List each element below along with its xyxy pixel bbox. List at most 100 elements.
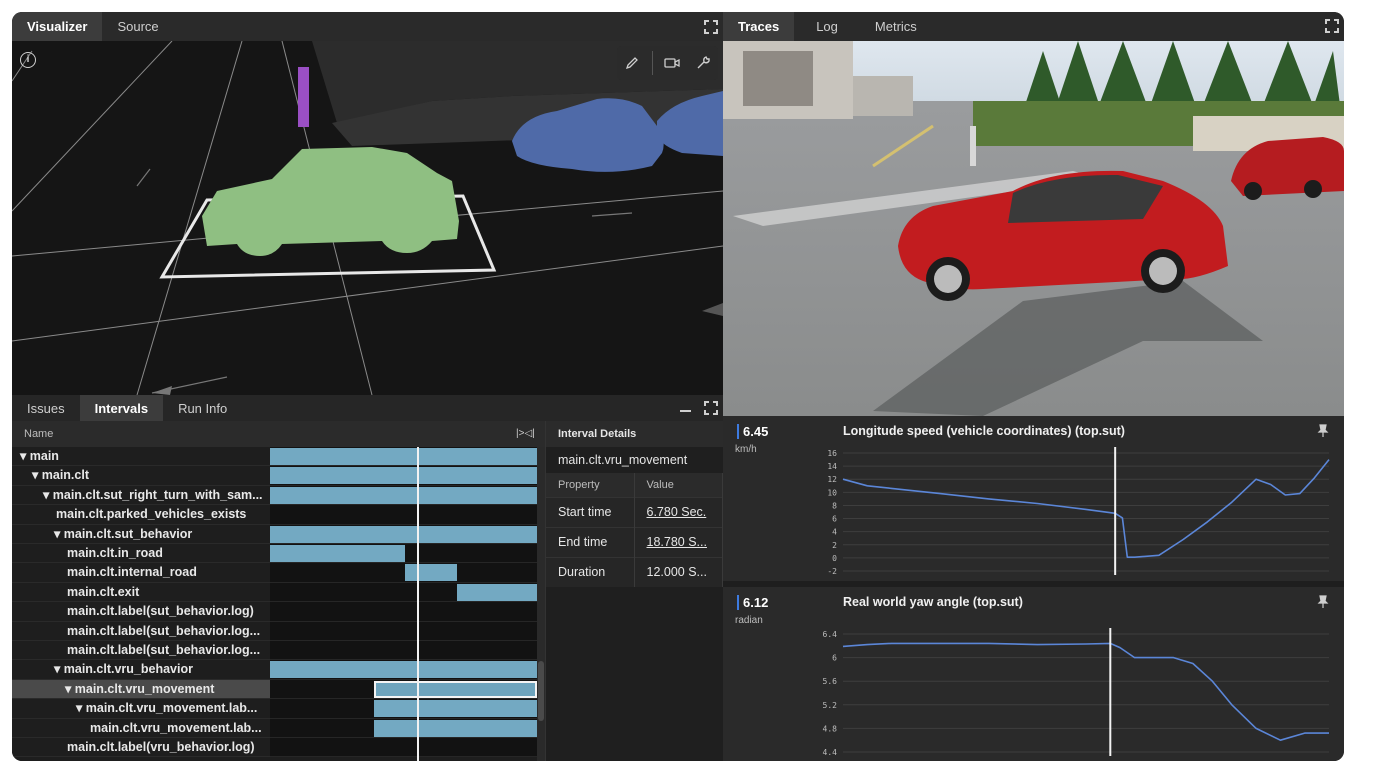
interval-lane <box>270 621 537 641</box>
minimize-icon[interactable] <box>680 410 691 412</box>
intervals-panel: Name |>◁| ▾ main ▾ main.clt ▾ main.clt.sut… <box>12 421 545 761</box>
name-header-label: Name <box>24 428 54 440</box>
details-header: Interval Details <box>546 421 723 447</box>
pedestrian-marker <box>298 67 309 127</box>
interval-name[interactable]: ▾ main.clt.vru_movement <box>12 679 270 700</box>
tab-intervals[interactable]: Intervals <box>79 395 164 421</box>
start-time-link[interactable]: 6.780 Sec. <box>634 496 723 527</box>
y-tick-label: 6 <box>832 515 837 524</box>
tab-metrics[interactable]: Metrics <box>860 12 932 41</box>
interval-row[interactable]: ▾ main.clt.vru_behavior <box>12 660 545 680</box>
interval-row[interactable]: main.clt.label(sut_behavior.log) <box>12 602 545 622</box>
interval-lane <box>270 485 537 506</box>
interval-lane <box>270 466 537 486</box>
property-cell: Duration <box>546 556 635 587</box>
scrollbar[interactable] <box>537 447 545 761</box>
interval-name[interactable]: main.clt.label(sut_behavior.log... <box>12 621 270 641</box>
interval-name[interactable]: ▾ main.clt <box>12 466 270 486</box>
interval-row[interactable]: ▾ main <box>12 447 545 467</box>
expand-icon[interactable] <box>703 400 719 416</box>
interval-name[interactable]: main.clt.exit <box>12 582 270 603</box>
yaw-chart[interactable]: 6.12 radian Real world yaw angle (top.su… <box>723 587 1344 761</box>
scrollbar-thumb[interactable] <box>538 661 544 721</box>
speed-chart[interactable]: 6.45 km/h Longitude speed (vehicle coord… <box>723 416 1344 581</box>
property-cell: End time <box>546 526 635 557</box>
interval-lane <box>270 660 537 680</box>
value-column-header: Value <box>634 473 723 497</box>
interval-bar[interactable] <box>456 583 537 601</box>
tab-visualizer[interactable]: Visualizer <box>12 12 103 41</box>
wrench-icon[interactable] <box>692 52 714 74</box>
collapse-timeline-icon[interactable]: |>◁| <box>516 421 535 447</box>
interval-bar[interactable] <box>270 486 537 504</box>
interval-row[interactable]: main.clt.vru_movement.lab... <box>12 718 545 738</box>
interval-name[interactable]: main.clt.label(vru_behavior.log) <box>12 738 270 758</box>
interval-bar[interactable] <box>270 661 537 679</box>
tab-run-info[interactable]: Run Info <box>163 395 242 421</box>
interval-row[interactable]: main.clt.label(vru_behavior.log) <box>12 738 545 758</box>
bottom-tabbar: Issues Intervals Run Info <box>12 395 723 421</box>
interval-bar[interactable] <box>270 448 537 465</box>
selected-interval-bar[interactable] <box>374 680 537 698</box>
expand-icon[interactable] <box>1324 18 1340 34</box>
scene-render <box>12 41 723 395</box>
interval-row[interactable]: ▾ main.clt.vru_movement <box>12 679 545 700</box>
y-tick-label: 4 <box>832 528 837 537</box>
interval-name[interactable]: main.clt.internal_road <box>12 563 270 583</box>
interval-row[interactable]: main.clt.exit <box>12 582 545 603</box>
tab-traces[interactable]: Traces <box>723 12 795 41</box>
series-line <box>842 459 1330 558</box>
interval-row[interactable]: main.clt.parked_vehicles_exists <box>12 505 545 525</box>
pedestrian <box>970 126 976 166</box>
visualizer-tabbar: Visualizer Source <box>12 12 723 41</box>
interval-name[interactable]: main.clt.label(sut_behavior.log... <box>12 641 270 661</box>
y-tick-label: 14 <box>827 462 837 471</box>
tab-issues[interactable]: Issues <box>12 395 80 421</box>
y-tick-label: 2 <box>832 541 837 550</box>
interval-bar[interactable] <box>270 467 537 485</box>
interval-name[interactable]: main.clt.label(sut_behavior.log) <box>12 602 270 622</box>
interval-name[interactable]: ▾ main.clt.vru_movement.lab... <box>12 699 270 719</box>
duration-value: 12.000 S... <box>634 556 723 587</box>
camera-view[interactable] <box>723 41 1344 416</box>
y-tick-label: 6.4 <box>823 630 838 639</box>
y-tick-label: 4.4 <box>823 748 838 757</box>
interval-lane <box>270 524 537 544</box>
visualizer-viewport[interactable] <box>12 41 723 395</box>
interval-name[interactable]: main.clt.vru_movement.lab... <box>12 718 270 738</box>
end-time-link[interactable]: 18.780 S... <box>634 526 723 557</box>
interval-bar[interactable] <box>404 564 457 582</box>
interval-bar[interactable] <box>270 545 405 562</box>
y-tick-label: 6 <box>832 654 837 663</box>
details-row: Duration 12.000 S... <box>546 556 723 587</box>
interval-row[interactable]: main.clt.label(sut_behavior.log... <box>12 621 545 641</box>
interval-bar[interactable] <box>270 525 537 543</box>
interval-row[interactable]: main.clt.internal_road <box>12 563 545 583</box>
interval-row[interactable]: ▾ main.clt.vru_movement.lab... <box>12 699 545 719</box>
pencil-icon[interactable] <box>621 52 643 74</box>
y-tick-label: 0 <box>832 554 837 563</box>
interval-row[interactable]: ▾ main.clt.sut_right_turn_with_sam... <box>12 485 545 506</box>
tab-source[interactable]: Source <box>102 12 173 41</box>
expand-icon[interactable] <box>703 19 719 35</box>
interval-name[interactable]: ▾ main.clt.sut_behavior <box>12 524 270 544</box>
time-cursor[interactable] <box>417 447 419 761</box>
interval-row[interactable]: ▾ main.clt.sut_behavior <box>12 524 545 544</box>
interval-row[interactable]: ▾ main.clt <box>12 466 545 486</box>
interval-lane <box>270 641 537 661</box>
interval-name[interactable]: main.clt.parked_vehicles_exists <box>12 505 270 525</box>
interval-row[interactable]: main.clt.label(sut_behavior.log... <box>12 641 545 661</box>
interval-name[interactable]: ▾ main <box>12 447 270 467</box>
video-camera-icon[interactable] <box>661 52 683 74</box>
interval-row[interactable]: main.clt.in_road <box>12 544 545 564</box>
interval-bar[interactable] <box>374 700 537 718</box>
interval-name[interactable]: ▾ main.clt.sut_right_turn_with_sam... <box>12 485 270 506</box>
interval-name[interactable]: main.clt.in_road <box>12 544 270 564</box>
traces-tabbar: Traces Log Metrics <box>723 12 1344 41</box>
tab-log[interactable]: Log <box>794 12 860 41</box>
interval-name[interactable]: ▾ main.clt.vru_behavior <box>12 660 270 680</box>
details-interval-name: main.clt.vru_movement <box>558 453 688 467</box>
info-icon[interactable]: i <box>20 52 36 68</box>
interval-bar[interactable] <box>374 719 537 737</box>
interval-lane <box>270 718 537 738</box>
